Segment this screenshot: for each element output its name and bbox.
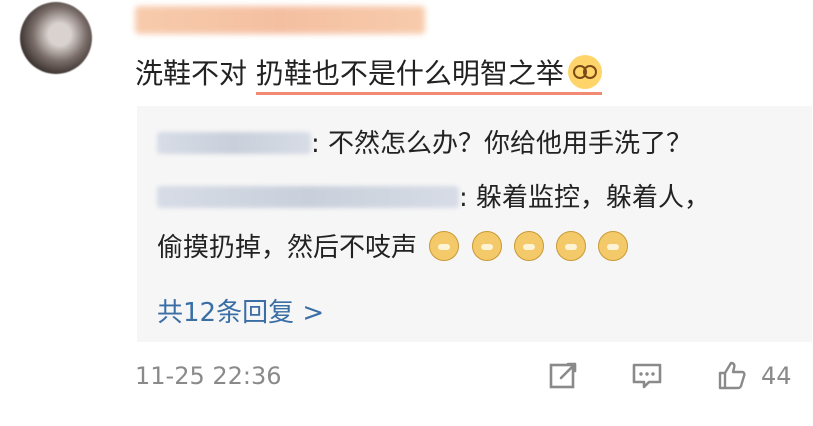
reply-thread: : 不然怎么办？你给他用手洗了？ : 躲着监控，躲着人， 偷摸扔掉，然后不吱声 … — [137, 106, 812, 342]
comment-timestamp: 11-25 22:36 — [135, 362, 282, 390]
reply-continuation: 偷摸扔掉，然后不吱声 — [157, 230, 629, 266]
doge-icon — [471, 231, 502, 261]
comment-highlight-text: 扔鞋也不是什么明智之举 — [255, 57, 564, 90]
reply-text: : 不然怎么办？你给他用手洗了？ — [311, 129, 693, 159]
comment-icon[interactable] — [628, 356, 666, 394]
smiling-face-with-glasses-icon — [567, 55, 602, 89]
more-replies-link[interactable]: 共12条回复 > — [157, 292, 324, 329]
thumbs-up-icon[interactable] — [712, 356, 750, 394]
avatar — [20, 2, 92, 74]
blurred-username — [135, 6, 425, 34]
comment-prefix: 洗鞋不对 — [135, 57, 256, 90]
doge-icon — [598, 231, 629, 261]
comment-body: 洗鞋不对 扔鞋也不是什么明智之举 — [135, 54, 602, 95]
like-count: 44 — [761, 362, 792, 390]
reply-continuation-text: 偷摸扔掉，然后不吱声 — [157, 233, 418, 263]
reply-item: : 不然怎么办？你给他用手洗了？ — [157, 126, 692, 162]
share-icon[interactable] — [545, 356, 583, 394]
blurred-reply-username — [157, 186, 459, 208]
comment-highlight: 扔鞋也不是什么明智之举 — [255, 55, 602, 95]
blurred-reply-username — [157, 132, 311, 154]
reply-text: : 躲着监控，躲着人， — [459, 183, 711, 213]
doge-icon — [429, 231, 460, 261]
doge-icon — [513, 231, 544, 261]
reply-item: : 躲着监控，躲着人， — [157, 180, 710, 216]
doge-icon — [556, 231, 587, 261]
